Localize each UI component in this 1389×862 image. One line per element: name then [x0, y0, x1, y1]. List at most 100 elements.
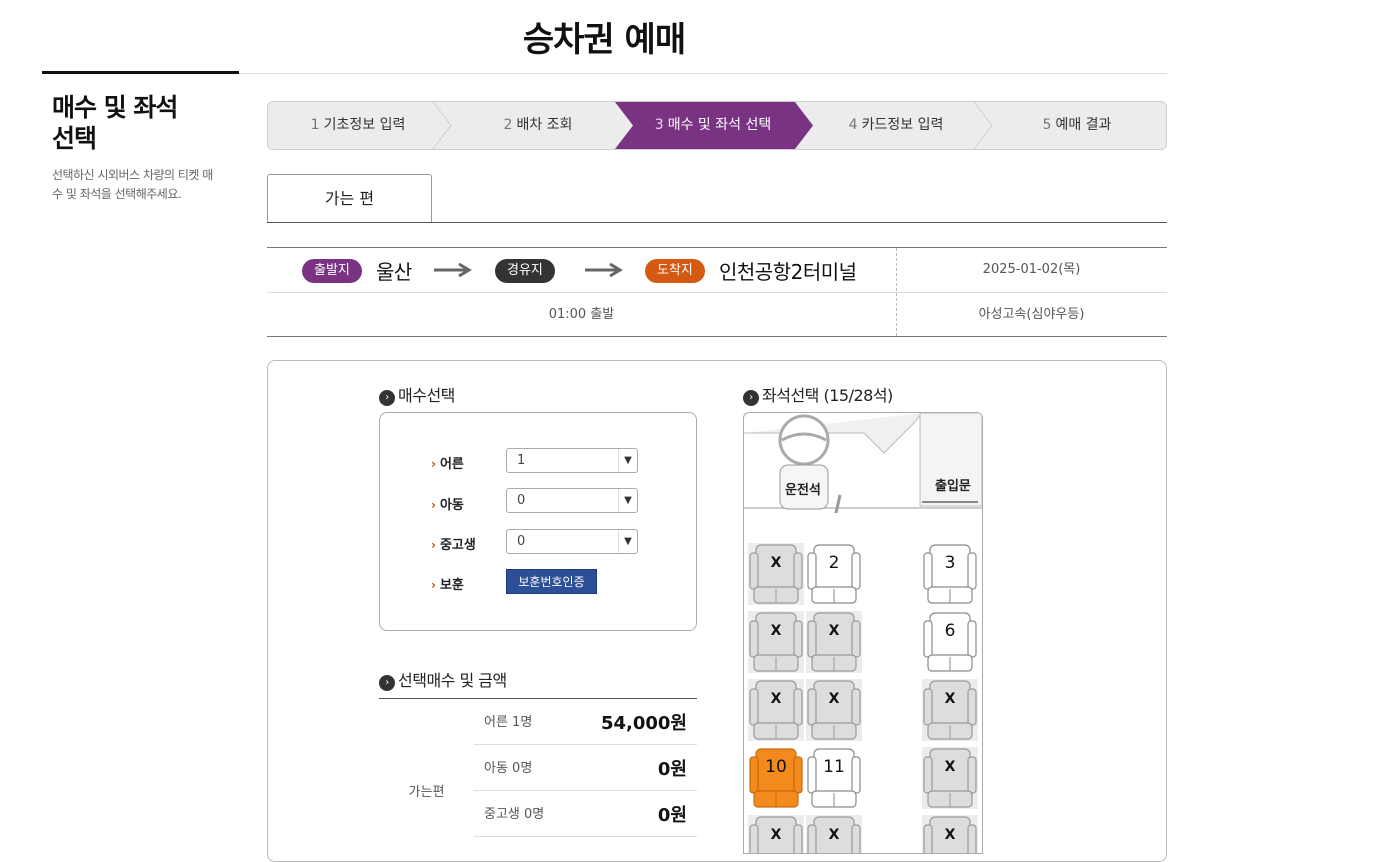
teen-select[interactable]: 0 ▼ — [506, 529, 638, 554]
price-row-adult: 어른 1명 54,000원 — [474, 699, 697, 745]
seat-icon — [807, 612, 861, 672]
price-row-label: 중고생 0명 — [484, 807, 545, 822]
step-4-number: 4 — [848, 117, 858, 133]
step-5-label: 예매 결과 — [1055, 117, 1112, 133]
chevron-right-icon: › — [431, 457, 436, 471]
seat-label: 6 — [944, 621, 956, 641]
adult-label: › 어른 — [431, 453, 464, 472]
seat-label: X — [944, 691, 956, 707]
seat-map: 운전석 출입문 X 2 3 X X 6 X X X 10 11 X X X X — [743, 412, 983, 854]
chevron-right-icon: › — [431, 538, 436, 552]
veteran-label: › 보훈 — [431, 574, 464, 593]
seat-icon — [749, 680, 803, 740]
seat-3[interactable]: 3 — [922, 543, 978, 605]
arrow-right-icon — [585, 262, 623, 278]
price-row-value: 0원 — [657, 759, 687, 780]
chevron-down-icon: ▼ — [618, 530, 637, 553]
seat-1: X — [748, 543, 804, 605]
child-select[interactable]: 0 ▼ — [506, 488, 638, 513]
seat-label: X — [828, 623, 840, 639]
steering-wheel-icon — [778, 414, 830, 466]
section-description-line2: 수 및 좌석을 선택해주세요. — [52, 187, 182, 201]
seat-label: X — [944, 827, 956, 843]
seat-label: X — [770, 623, 782, 639]
tab-outbound[interactable]: 가는 편 — [267, 174, 432, 223]
seat-icon — [923, 680, 977, 740]
price-row-label: 아동 0명 — [484, 761, 533, 776]
step-5[interactable]: 5 예매 결과 — [988, 102, 1166, 149]
seat-icon — [807, 680, 861, 740]
title-rule-thin — [239, 73, 1167, 74]
teen-select-value: 0 — [517, 534, 526, 549]
seat-label: X — [944, 759, 956, 775]
step-2-label: 배차 조회 — [516, 117, 573, 133]
step-1[interactable]: 1 기초정보 입력 — [268, 102, 448, 149]
step-4[interactable]: 4 카드정보 입력 — [806, 102, 986, 149]
veteran-label-text: 보훈 — [439, 578, 464, 593]
chevron-down-icon: ▼ — [618, 489, 637, 512]
route-info: 출발지 울산 경유지 도착지 인천공항2터미널 2025-01-02(목) 01… — [267, 247, 1167, 337]
seat-2[interactable]: 2 — [806, 543, 862, 605]
adult-select[interactable]: 1 ▼ — [506, 448, 638, 473]
via-badge: 경유지 — [495, 259, 555, 283]
step-1-number: 1 — [310, 117, 320, 133]
seat-icon — [923, 748, 977, 808]
tab-underline — [267, 222, 1167, 223]
step-1-label: 기초정보 입력 — [323, 117, 406, 133]
seat-8: X — [806, 679, 862, 741]
quantity-title-text: 매수선택 — [398, 386, 455, 405]
price-title-text: 선택매수 및 금액 — [398, 671, 507, 690]
bus-front-drawing — [744, 413, 982, 513]
depart-city: 울산 — [376, 260, 412, 284]
seat-label: X — [770, 827, 782, 843]
chevron-right-icon: › — [431, 578, 436, 592]
seat-9: X — [922, 679, 978, 741]
price-row-value: 54,000원 — [600, 713, 687, 734]
step-3-number: 3 — [654, 117, 664, 133]
seat-12: X — [922, 747, 978, 809]
arrow-right-icon — [434, 262, 472, 278]
travel-date: 2025-01-02(목) — [982, 262, 1081, 277]
seat-label: 10 — [765, 757, 787, 777]
chevron-right-icon: › — [431, 498, 436, 512]
step-2-number: 2 — [503, 117, 513, 133]
seat-11[interactable]: 11 — [806, 747, 862, 809]
seat-label: 3 — [944, 553, 956, 573]
seat-label: 2 — [828, 553, 840, 573]
price-row-value: 0원 — [657, 805, 687, 826]
seat-icon — [749, 612, 803, 672]
child-select-value: 0 — [517, 493, 526, 508]
adult-select-value: 1 — [517, 453, 526, 468]
quantity-box — [379, 412, 697, 631]
circle-arrow-icon: › — [379, 390, 395, 406]
depart-badge: 출발지 — [302, 259, 362, 283]
step-3[interactable]: 3 매수 및 좌석 선택 — [623, 102, 803, 149]
seat-label: X — [828, 691, 840, 707]
section-description: 선택하신 시외버스 차량의 티켓 매 수 및 좌석을 선택해주세요. — [52, 166, 237, 204]
seat-14: X — [806, 815, 862, 853]
section-heading-line1: 매수 및 좌석 — [52, 93, 178, 122]
child-label-text: 아동 — [439, 498, 464, 513]
adult-label-text: 어른 — [439, 457, 464, 472]
seat-title-text: 좌석선택 (15/28석) — [762, 386, 893, 405]
step-2[interactable]: 2 배차 조회 — [448, 102, 628, 149]
seat-7: X — [748, 679, 804, 741]
seat-4: X — [748, 611, 804, 673]
child-label: › 아동 — [431, 494, 464, 513]
driver-seat-label: 운전석 — [785, 483, 821, 498]
section-heading-line2: 선택 — [52, 124, 97, 153]
seat-label: X — [828, 827, 840, 843]
seat-15: X — [922, 815, 978, 853]
veteran-verify-button[interactable]: 보훈번호인증 — [506, 569, 597, 594]
seat-label: X — [770, 691, 782, 707]
seat-label: 11 — [823, 757, 845, 777]
step-progress: 1 기초정보 입력 2 배차 조회 3 매수 및 좌석 선택 4 카드정보 입력 5 예매… — [267, 101, 1167, 150]
arrive-badge: 도착지 — [645, 259, 705, 283]
departure-time: 01:00 출발 — [548, 307, 615, 322]
step-4-label: 카드정보 입력 — [861, 117, 944, 133]
seat-5: X — [806, 611, 862, 673]
page-title: 승차권 예매 — [522, 20, 686, 60]
seat-10[interactable]: 10 — [748, 747, 804, 809]
seat-6[interactable]: 6 — [922, 611, 978, 673]
circle-arrow-icon: › — [743, 390, 759, 406]
